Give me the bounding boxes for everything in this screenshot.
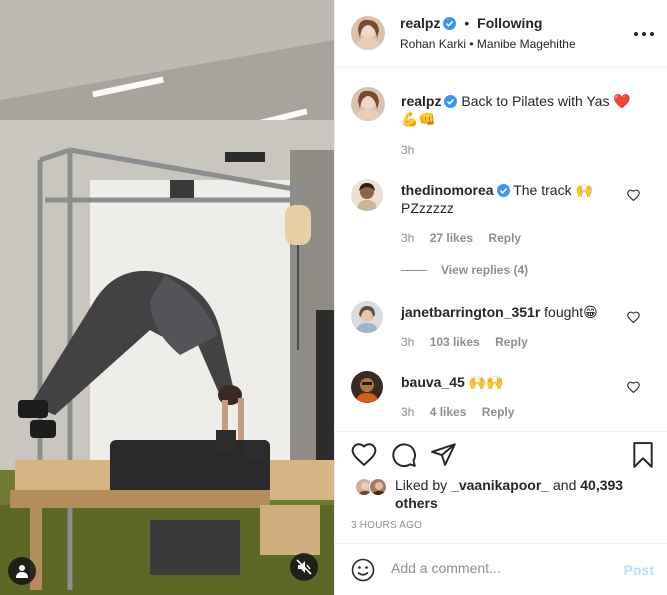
comment-likes[interactable]: 4 likes	[430, 405, 467, 419]
author-username[interactable]: realpz	[400, 15, 440, 31]
commenter-avatar-image	[351, 371, 383, 403]
reply-button[interactable]: Reply	[495, 335, 528, 349]
view-replies-label: View replies (4)	[441, 263, 529, 277]
liked-by-user[interactable]: _vaanikapoor_	[451, 477, 549, 493]
post-header: realpz • Following Rohan Karki • Manibe …	[335, 0, 667, 68]
liked-by-text: Liked by _vaanikapoor_ and 40,393 others	[395, 476, 635, 512]
caption-username[interactable]: realpz	[401, 93, 441, 109]
header-separator: •	[464, 15, 470, 31]
caption-meta: 3h	[401, 143, 426, 157]
comment-input[interactable]	[391, 560, 611, 576]
share-icon[interactable]	[431, 442, 457, 466]
reply-button[interactable]: Reply	[482, 405, 515, 419]
heart-icon[interactable]	[351, 442, 377, 466]
view-replies-button[interactable]: View replies (4)	[401, 263, 528, 277]
header-title-row: realpz • Following	[400, 15, 542, 31]
comment-time[interactable]: 3h	[401, 231, 414, 245]
tag-user-button[interactable]	[8, 557, 36, 585]
bookmark-icon[interactable]	[632, 442, 654, 468]
post-timestamp[interactable]: 3 HOURS AGO	[351, 520, 422, 531]
replies-divider	[401, 269, 427, 271]
comment-like-heart-icon[interactable]	[627, 381, 640, 393]
post-subtitle[interactable]: Rohan Karki • Manibe Magehithe	[400, 37, 576, 51]
comment-like-heart-icon[interactable]	[627, 311, 640, 323]
post-details-panel: realpz • Following Rohan Karki • Manibe …	[334, 0, 667, 595]
comment-likes[interactable]: 103 likes	[430, 335, 480, 349]
caption-avatar[interactable]	[351, 87, 385, 121]
caption-time[interactable]: 3h	[401, 143, 414, 157]
reply-button[interactable]: Reply	[488, 231, 521, 245]
post-comment-button[interactable]: Post	[624, 562, 654, 578]
liked-by-prefix: Liked by	[395, 477, 448, 493]
commenter-avatar[interactable]	[351, 179, 383, 211]
commenter-avatar-image	[351, 179, 383, 211]
comment-text: janetbarrington_351r fought😁	[401, 303, 621, 321]
pilates-video-frame	[0, 0, 334, 595]
comment-text: thedinomorea The track 🙌 PZzzzzz	[401, 181, 621, 217]
add-comment-bar: Post	[335, 543, 667, 595]
verified-badge-icon	[443, 17, 457, 30]
liker-avatar[interactable]	[369, 478, 387, 496]
verified-badge-icon	[496, 184, 510, 197]
comment-meta: 3h 27 likes Reply	[401, 231, 533, 245]
liked-by-conj: and	[553, 477, 577, 493]
comment-body: fought😁	[544, 304, 598, 320]
post-media[interactable]	[0, 0, 334, 595]
comment-like-heart-icon[interactable]	[627, 189, 640, 201]
verified-badge-icon	[444, 95, 458, 108]
comment-time[interactable]: 3h	[401, 335, 414, 349]
caption-body: Back to Pilates with Yas	[461, 93, 610, 109]
comment-body: 🙌🙌	[468, 374, 504, 390]
comment-username[interactable]: bauva_45	[401, 374, 465, 390]
comment-icon[interactable]	[391, 442, 417, 468]
commenter-avatar[interactable]	[351, 371, 383, 403]
commenter-avatar-image	[351, 301, 383, 333]
comment-username[interactable]: thedinomorea	[401, 182, 494, 198]
author-avatar-image	[351, 16, 385, 50]
mute-icon	[296, 559, 312, 575]
comment-likes[interactable]: 27 likes	[430, 231, 473, 245]
liker-avatar-image	[370, 479, 386, 495]
comment-meta: 3h 103 likes Reply	[401, 335, 540, 349]
post-actions: Liked by _vaanikapoor_ and 40,393 others…	[335, 431, 667, 543]
following-button[interactable]: Following	[477, 15, 542, 31]
mute-button[interactable]	[290, 553, 318, 581]
caption-text: realpz Back to Pilates with Yas ❤️ 💪👊	[401, 92, 641, 128]
comments-section: realpz Back to Pilates with Yas ❤️ 💪👊 3h…	[335, 69, 667, 431]
comment-meta: 3h 4 likes Reply	[401, 405, 526, 419]
author-avatar[interactable]	[351, 16, 385, 50]
author-avatar-image	[351, 87, 385, 121]
emoji-icon[interactable]	[351, 558, 375, 582]
user-tag-icon	[16, 565, 28, 578]
commenter-avatar[interactable]	[351, 301, 383, 333]
comment-text: bauva_45 🙌🙌	[401, 373, 621, 391]
comment-username[interactable]: janetbarrington_351r	[401, 304, 540, 320]
more-options-icon[interactable]	[634, 24, 654, 44]
comment-time[interactable]: 3h	[401, 405, 414, 419]
